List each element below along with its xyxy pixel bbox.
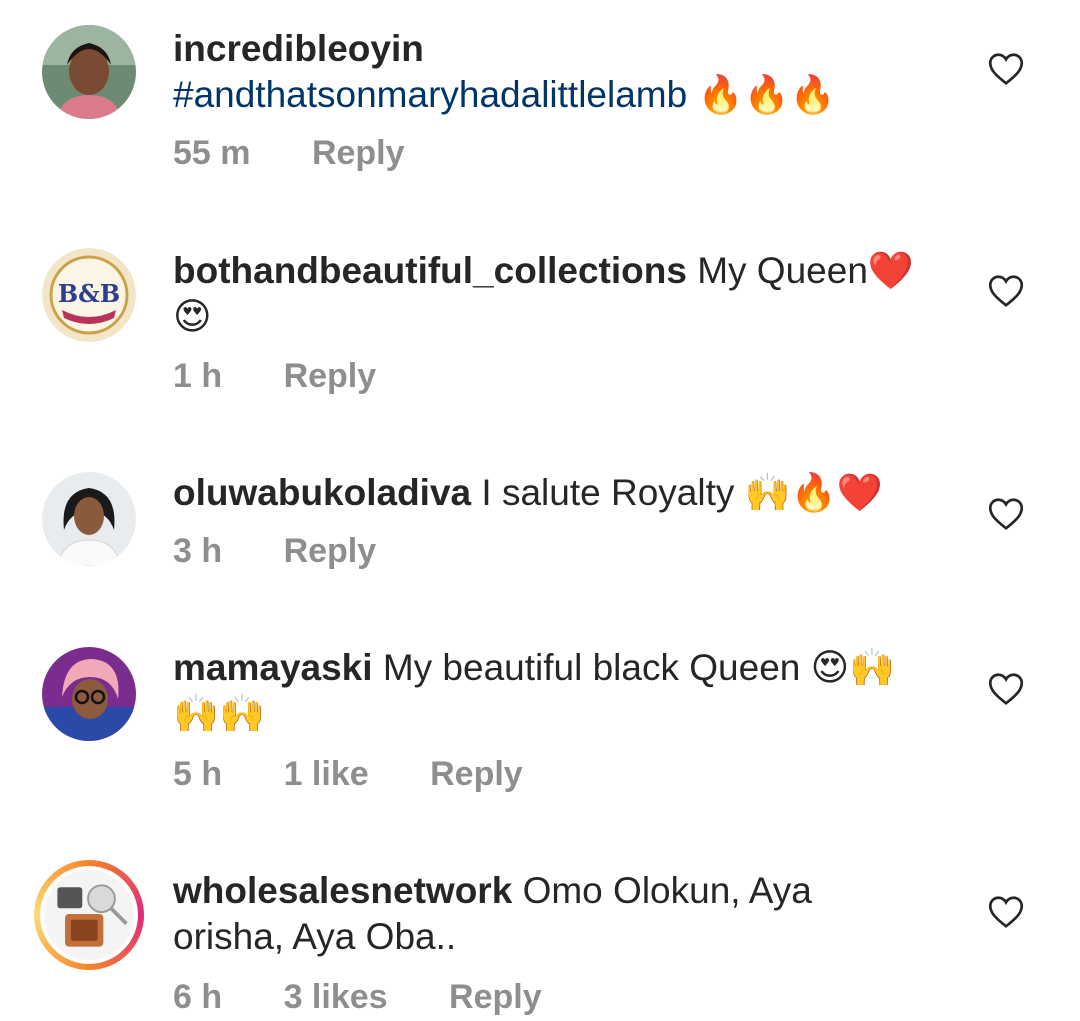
comment-meta: 3 h Reply: [173, 532, 428, 571]
comment-body: bothandbeautiful_collections My Queen❤️😍: [173, 248, 933, 340]
comment-hashtag[interactable]: #andthatsonmaryhadalittlelamb: [173, 74, 687, 115]
reply-button[interactable]: Reply: [284, 357, 377, 396]
user-avatar[interactable]: [42, 25, 136, 119]
comment-meta: 5 h 1 like Reply: [173, 755, 575, 794]
comment-time: 1 h: [173, 357, 223, 395]
logo-text: B&B: [58, 279, 120, 308]
comment-username[interactable]: wholesalesnetwork: [173, 870, 512, 911]
comment-username[interactable]: incredibleoyin: [173, 28, 424, 69]
brand-logo-avatar[interactable]: B&B: [42, 248, 136, 342]
comment-meta: 1 h Reply: [173, 357, 428, 396]
comment-likes-count[interactable]: 3 likes: [284, 978, 388, 1017]
comment-text: My Queen: [697, 250, 868, 291]
like-heart-icon[interactable]: [988, 672, 1024, 706]
like-heart-icon[interactable]: [988, 895, 1024, 929]
comment-emoji: 🙌🔥❤️: [744, 471, 883, 514]
comment-emoji: 🔥🔥🔥: [697, 73, 836, 116]
user-avatar[interactable]: [42, 647, 136, 741]
user-avatar[interactable]: [42, 472, 136, 566]
comment-text: I salute Royalty: [481, 472, 735, 513]
product-avatar: [40, 866, 138, 964]
comment-text: My beautiful black Queen: [382, 647, 801, 688]
reply-button[interactable]: Reply: [430, 755, 523, 794]
reply-button[interactable]: Reply: [449, 978, 542, 1017]
comment-username[interactable]: mamayaski: [173, 647, 373, 688]
comment-meta: 55 m Reply: [173, 134, 457, 173]
story-ring-avatar[interactable]: [34, 860, 144, 970]
comment-time: 3 h: [173, 532, 223, 570]
comment-time: 5 h: [173, 755, 223, 793]
comment-body: wholesalesnetwork Omo Olokun, Aya orisha…: [173, 868, 933, 960]
comment-body: oluwabukoladiva I salute Royalty 🙌🔥❤️: [173, 470, 933, 516]
comment-likes-count[interactable]: 1 like: [284, 755, 369, 794]
reply-button[interactable]: Reply: [284, 532, 377, 571]
like-heart-icon[interactable]: [988, 497, 1024, 531]
reply-button[interactable]: Reply: [312, 134, 405, 173]
comment-body: incredibleoyin #andthatsonmaryhadalittle…: [173, 26, 933, 118]
comment-time: 55 m: [173, 134, 251, 172]
comment-time: 6 h: [173, 978, 223, 1016]
comment-username[interactable]: oluwabukoladiva: [173, 472, 471, 513]
comment-meta: 6 h 3 likes Reply: [173, 978, 594, 1017]
comment-body: mamayaski My beautiful black Queen 😍🙌🙌🙌: [173, 645, 933, 737]
comment-username[interactable]: bothandbeautiful_collections: [173, 250, 687, 291]
like-heart-icon[interactable]: [988, 52, 1024, 86]
like-heart-icon[interactable]: [988, 274, 1024, 308]
